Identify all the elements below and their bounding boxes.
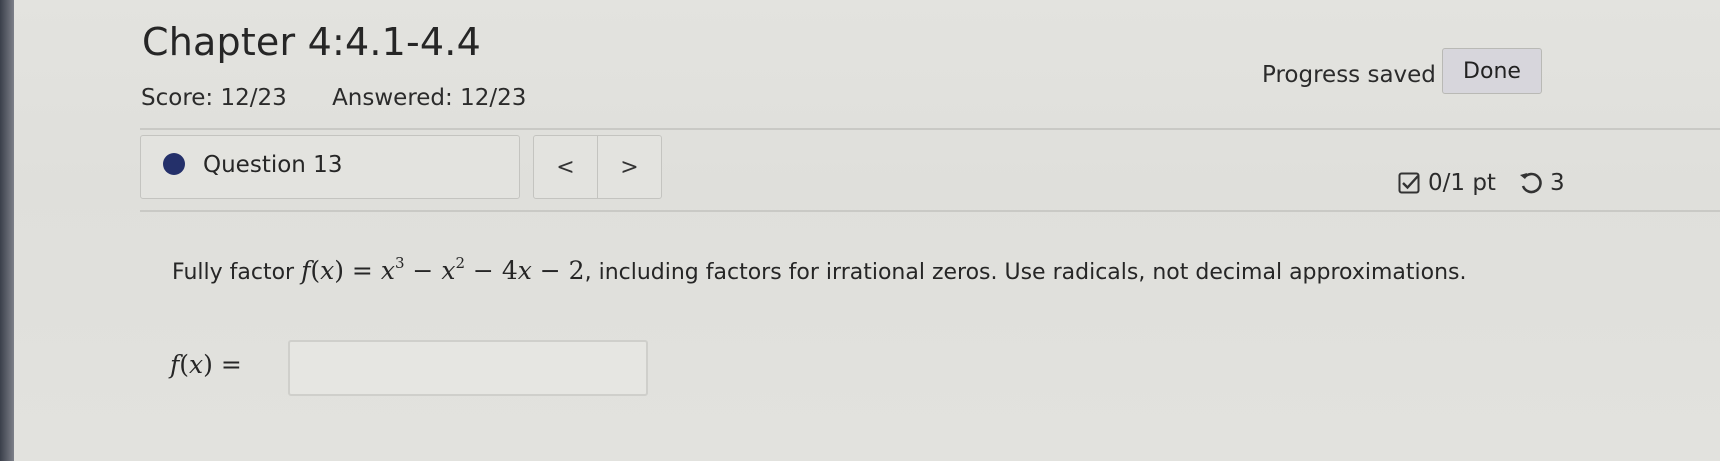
question-text: Fully factor f(x) = x3 − x2 − 4x − 2, in… [172, 246, 1572, 290]
previous-question-button[interactable]: < [534, 136, 598, 198]
retry-icon [1520, 172, 1542, 194]
progress-status: Progress saved [1262, 62, 1436, 88]
current-question-dot-icon [163, 153, 185, 175]
points-indicator: 0/1 pt [1398, 170, 1496, 196]
answer-input[interactable] [288, 340, 648, 396]
question-select-label: Question 13 [203, 152, 343, 178]
question-nav-buttons: < > [533, 135, 662, 199]
retries-remaining: 3 [1550, 170, 1565, 196]
points-text: 0/1 pt [1428, 170, 1496, 196]
question-select[interactable]: Question 13 ▼ [140, 135, 631, 199]
retry-control[interactable]: 3 [1518, 170, 1565, 196]
page-title: Chapter 4:4.1-4.4 [142, 20, 481, 64]
checkbox-icon [1398, 172, 1420, 194]
window-edge [0, 0, 14, 461]
question-text-before: Fully factor [172, 260, 302, 285]
answered-text: Answered: 12/23 [332, 85, 527, 111]
function-expression: f(x) = x3 − x2 − 4x − 2 [301, 254, 585, 285]
question-text-after: , including factors for irrational zeros… [584, 260, 1467, 285]
divider [140, 210, 1720, 212]
answer-label: f(x) = [170, 350, 242, 379]
divider [140, 128, 1720, 130]
next-question-button[interactable]: > [598, 136, 661, 198]
score-line: Score: 12/23 Answered: 12/23 [141, 85, 526, 111]
score-text: Score: 12/23 [141, 85, 287, 111]
done-button[interactable]: Done [1442, 48, 1542, 94]
